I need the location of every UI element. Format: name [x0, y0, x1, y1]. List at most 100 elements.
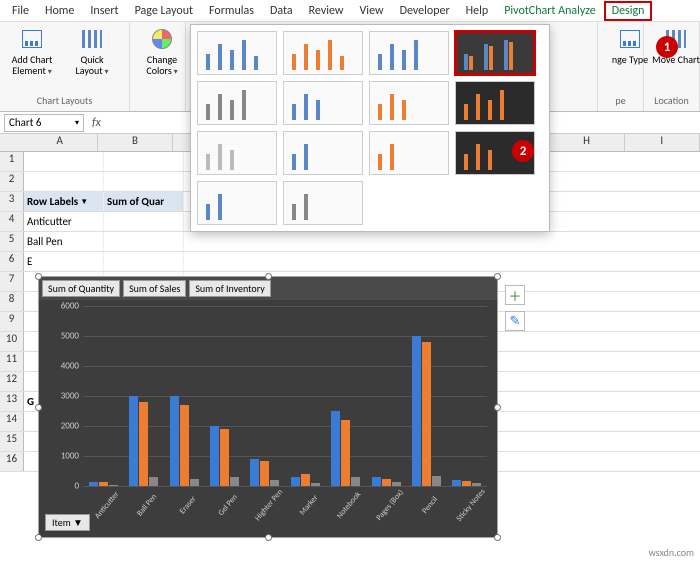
- chart-style-5[interactable]: [197, 81, 277, 125]
- bar[interactable]: [139, 402, 148, 486]
- row-header[interactable]: 2: [0, 172, 24, 191]
- filter-dropdown-icon[interactable]: ▼: [80, 197, 88, 207]
- bar[interactable]: [170, 396, 179, 486]
- bar[interactable]: [452, 480, 461, 486]
- axis-field-item[interactable]: Item ▼: [45, 514, 90, 531]
- chart-style-14[interactable]: [283, 181, 363, 225]
- fx-icon[interactable]: fx: [92, 116, 101, 130]
- tab-formulas[interactable]: Formulas: [201, 2, 262, 20]
- bar[interactable]: [462, 481, 471, 486]
- tab-home[interactable]: Home: [37, 2, 82, 20]
- chart-style-11[interactable]: [369, 131, 449, 175]
- cell[interactable]: E: [24, 252, 104, 271]
- row-header[interactable]: 3: [0, 192, 24, 211]
- cell[interactable]: Row Labels ▼: [24, 192, 104, 211]
- y-tick-label: 2000: [61, 421, 79, 432]
- tab-file[interactable]: File: [4, 2, 37, 20]
- tab-help[interactable]: Help: [458, 2, 497, 20]
- row-header[interactable]: 16: [0, 452, 24, 471]
- tab-data[interactable]: Data: [262, 2, 301, 20]
- chart-styles-button[interactable]: ✎: [505, 311, 525, 331]
- row-header[interactable]: 1: [0, 152, 24, 171]
- bar[interactable]: [260, 461, 269, 487]
- cell[interactable]: [104, 212, 184, 231]
- bar[interactable]: [210, 426, 219, 486]
- col-H[interactable]: H: [549, 134, 624, 151]
- field-sum-sales[interactable]: Sum of Sales: [123, 280, 186, 297]
- bar[interactable]: [230, 477, 239, 486]
- bar[interactable]: [392, 482, 401, 487]
- row-header[interactable]: 13: [0, 392, 24, 411]
- quick-layout-button[interactable]: Quick Layout: [64, 24, 120, 80]
- bar[interactable]: [291, 477, 300, 486]
- cell[interactable]: Sum of Quar: [104, 192, 184, 211]
- bar[interactable]: [270, 480, 279, 486]
- tab-pivotchart-analyze[interactable]: PivotChart Analyze: [496, 2, 604, 20]
- change-colors-button[interactable]: Change Colors: [134, 24, 190, 80]
- cell[interactable]: [24, 172, 104, 191]
- row-header[interactable]: 14: [0, 412, 24, 431]
- chart-style-1[interactable]: [197, 31, 277, 75]
- name-box[interactable]: Chart 6▾: [4, 114, 84, 132]
- tab-design[interactable]: Design: [604, 1, 653, 21]
- bar[interactable]: [99, 482, 108, 486]
- chart-style-9[interactable]: [197, 131, 277, 175]
- chart-style-7[interactable]: [369, 81, 449, 125]
- field-sum-quantity[interactable]: Sum of Quantity: [42, 280, 120, 297]
- tab-review[interactable]: Review: [301, 2, 352, 20]
- row-header[interactable]: 7: [0, 272, 24, 291]
- bar[interactable]: [351, 477, 360, 486]
- row-header[interactable]: 4: [0, 212, 24, 231]
- cell[interactable]: Ball Pen: [24, 232, 104, 251]
- row-header[interactable]: 5: [0, 232, 24, 251]
- chart-style-3[interactable]: [369, 31, 449, 75]
- bar[interactable]: [250, 459, 259, 486]
- pivot-chart[interactable]: Sum of Quantity Sum of Sales Sum of Inve…: [38, 276, 498, 538]
- row-header[interactable]: 9: [0, 312, 24, 331]
- cell[interactable]: [104, 172, 184, 191]
- row-header[interactable]: 15: [0, 432, 24, 451]
- tab-developer[interactable]: Developer: [392, 2, 458, 20]
- cell[interactable]: [104, 152, 184, 171]
- bar[interactable]: [331, 411, 340, 486]
- bar[interactable]: [372, 477, 381, 486]
- row-header[interactable]: 11: [0, 352, 24, 371]
- add-chart-element-button[interactable]: Add Chart Element: [4, 24, 60, 80]
- bar[interactable]: [129, 396, 138, 486]
- bar[interactable]: [301, 474, 310, 486]
- col-B[interactable]: B: [98, 134, 173, 151]
- bar[interactable]: [149, 477, 158, 486]
- chart-style-10[interactable]: [283, 131, 363, 175]
- bar[interactable]: [382, 479, 391, 487]
- tab-insert[interactable]: Insert: [82, 2, 126, 20]
- row-header[interactable]: 6: [0, 252, 24, 271]
- chart-style-13[interactable]: [197, 181, 277, 225]
- chart-style-4[interactable]: [455, 31, 535, 75]
- field-sum-inventory[interactable]: Sum of Inventory: [189, 280, 270, 297]
- chart-style-8[interactable]: [455, 81, 535, 125]
- row-header[interactable]: 12: [0, 372, 24, 391]
- cell[interactable]: [24, 152, 104, 171]
- bar[interactable]: [432, 476, 441, 487]
- col-A[interactable]: A: [23, 134, 98, 151]
- cell[interactable]: [104, 252, 184, 271]
- bar[interactable]: [311, 483, 320, 486]
- chart-style-2[interactable]: [283, 31, 363, 75]
- bar[interactable]: [180, 405, 189, 486]
- tab-page-layout[interactable]: Page Layout: [127, 2, 201, 20]
- y-tick-label: 5000: [61, 331, 79, 342]
- bar[interactable]: [422, 342, 431, 486]
- tab-view[interactable]: View: [352, 2, 392, 20]
- col-I[interactable]: I: [625, 134, 700, 151]
- chart-style-6[interactable]: [283, 81, 363, 125]
- cell[interactable]: Anticutter: [24, 212, 104, 231]
- bar[interactable]: [412, 336, 421, 486]
- chart-elements-button[interactable]: ＋: [505, 285, 525, 305]
- row-header[interactable]: 10: [0, 332, 24, 351]
- bar[interactable]: [89, 482, 98, 487]
- bar[interactable]: [190, 479, 199, 487]
- row-header[interactable]: 8: [0, 292, 24, 311]
- bar[interactable]: [220, 429, 229, 486]
- cell[interactable]: [104, 232, 184, 251]
- bar[interactable]: [341, 420, 350, 486]
